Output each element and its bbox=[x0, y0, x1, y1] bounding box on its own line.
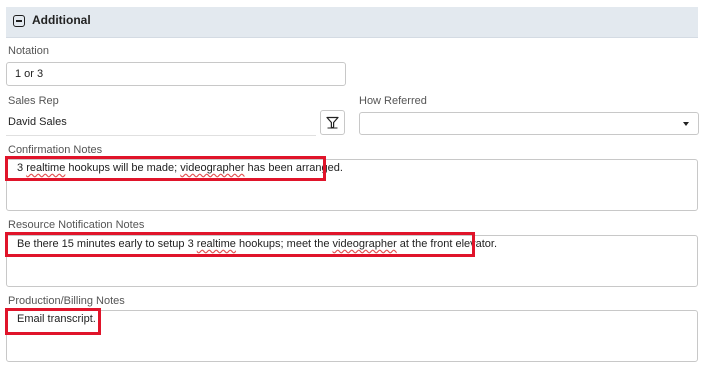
resource-notes-label: Resource Notification Notes bbox=[8, 219, 145, 231]
collapse-minus-icon[interactable] bbox=[13, 15, 25, 27]
chevron-down-icon bbox=[683, 122, 689, 126]
section-header-additional[interactable]: Additional bbox=[6, 7, 698, 38]
sales-rep-label: Sales Rep bbox=[8, 95, 59, 107]
how-referred-label: How Referred bbox=[359, 95, 427, 107]
highlight-box-resource bbox=[5, 232, 475, 257]
sales-rep-value: David Sales bbox=[8, 116, 67, 128]
notation-input[interactable]: 1 or 3 bbox=[6, 62, 346, 86]
highlight-box-production bbox=[5, 308, 101, 335]
filter-icon bbox=[326, 116, 339, 129]
notation-label: Notation bbox=[8, 45, 49, 57]
sales-rep-filter-button[interactable] bbox=[320, 110, 345, 135]
sales-rep-underline bbox=[6, 135, 316, 136]
how-referred-select[interactable] bbox=[359, 112, 699, 135]
section-title: Additional bbox=[32, 13, 91, 27]
production-notes-textarea[interactable]: Email transcript. bbox=[6, 310, 698, 362]
notation-value: 1 or 3 bbox=[15, 68, 44, 80]
highlight-box-confirmation bbox=[5, 156, 326, 181]
confirmation-notes-label: Confirmation Notes bbox=[8, 144, 103, 156]
production-notes-label: Production/Billing Notes bbox=[8, 295, 125, 307]
